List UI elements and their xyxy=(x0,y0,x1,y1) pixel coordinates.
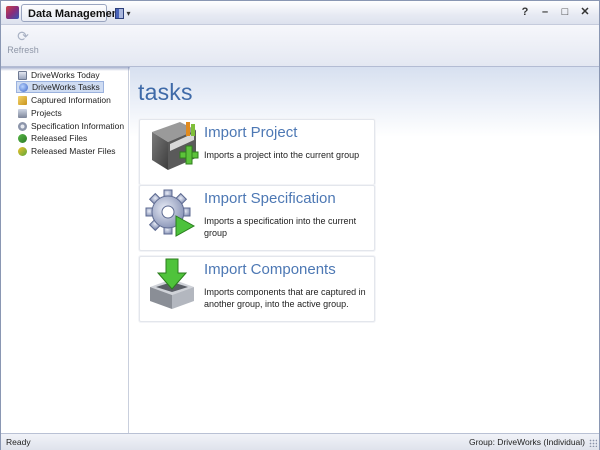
refresh-button[interactable]: ⟳ Refresh xyxy=(7,28,39,64)
sidebar-item-released-master-files[interactable]: Released Master Files xyxy=(16,145,119,157)
sidebar-item-label: DriveWorks Today xyxy=(31,70,100,80)
chevron-down-icon: ▾ xyxy=(126,8,131,18)
calendar-icon xyxy=(18,70,27,80)
task-import-project[interactable]: Import Project Imports a project into th… xyxy=(139,119,375,185)
sidebar-item-released-files[interactable]: Released Files xyxy=(16,132,90,144)
sidebar-item-label: Released Master Files xyxy=(31,146,116,156)
task-import-specification[interactable]: Import Specification Imports a specifica… xyxy=(139,185,375,251)
sidebar-item-driveworks-tasks[interactable]: DriveWorks Tasks xyxy=(16,81,104,93)
sidebar-item-projects[interactable]: Projects xyxy=(16,107,65,119)
title-bar: Data Management ▾ ? – □ ✕ xyxy=(1,1,599,25)
status-bar: Ready Group: DriveWorks (Individual) xyxy=(1,433,599,450)
task-description: Imports a project into the current group xyxy=(204,150,360,160)
gear-icon xyxy=(18,121,27,131)
help-button[interactable]: ? xyxy=(519,5,531,19)
maximize-button[interactable]: □ xyxy=(559,5,571,19)
status-text: Ready xyxy=(6,437,31,447)
download-tray-icon xyxy=(150,258,194,309)
minimize-button[interactable]: – xyxy=(539,5,551,19)
tasks-globe-icon xyxy=(19,82,28,92)
quick-access-button[interactable]: ▾ xyxy=(111,4,135,22)
project-book-icon xyxy=(18,108,27,118)
resize-grip-icon[interactable] xyxy=(589,439,597,447)
sidebar-item-label: Captured Information xyxy=(31,95,111,105)
page-title: tasks xyxy=(138,79,193,105)
app-window: Data Management ▾ ? – □ ✕ ⟳ Refresh Driv… xyxy=(0,0,600,450)
refresh-icon: ⟳ xyxy=(17,28,29,44)
window-controls: ? – □ ✕ xyxy=(519,5,591,19)
app-logo-icon xyxy=(6,6,19,19)
task-title: Import Specification xyxy=(204,190,336,207)
sidebar-item-specification-information[interactable]: Specification Information xyxy=(16,120,127,132)
master-release-icon xyxy=(18,146,27,156)
pencil-icon xyxy=(18,95,27,105)
close-button[interactable]: ✕ xyxy=(579,5,591,19)
navigation-sidebar: DriveWorks Today DriveWorks Tasks Captur… xyxy=(1,67,129,433)
task-description: Imports a specification into the current… xyxy=(204,216,357,238)
sidebar-item-label: Projects xyxy=(31,108,62,118)
window-title-tab[interactable]: Data Management xyxy=(21,4,122,22)
refresh-label: Refresh xyxy=(7,45,39,55)
task-import-components[interactable]: Import Components Imports components tha… xyxy=(139,256,375,322)
ribbon: ⟳ Refresh xyxy=(1,25,599,67)
task-title: Import Components xyxy=(204,261,336,278)
sidebar-item-captured-information[interactable]: Captured Information xyxy=(16,94,114,106)
main-content: tasks Import Project Imports a project i… xyxy=(130,67,599,433)
sidebar-item-label: Specification Information xyxy=(31,121,125,131)
release-icon xyxy=(18,133,27,143)
book-icon xyxy=(115,7,125,19)
task-title: Import Project xyxy=(204,124,298,141)
sidebar-item-label: DriveWorks Tasks xyxy=(32,82,100,92)
task-description: Imports components that are captured in … xyxy=(204,287,366,309)
sidebar-item-label: Released Files xyxy=(31,133,88,143)
book-plus-icon xyxy=(152,122,199,170)
gear-play-icon xyxy=(145,189,196,237)
group-status: Group: DriveWorks (Individual) xyxy=(468,437,585,447)
